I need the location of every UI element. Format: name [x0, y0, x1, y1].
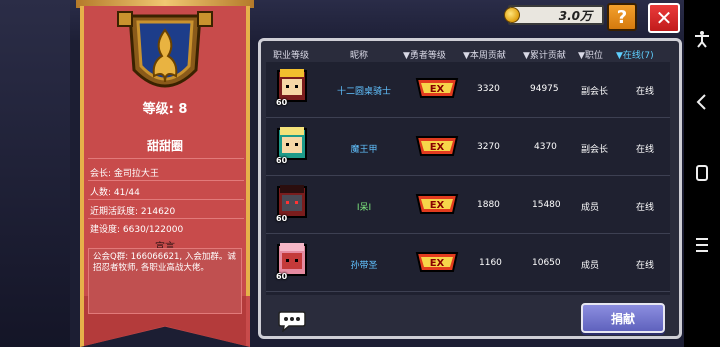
- back-icon[interactable]: [684, 93, 720, 111]
- member-weekly: 1880: [477, 200, 500, 210]
- table-row[interactable]: 60 十二圆桌骑士 EX 3320 94975 副会长 在线: [266, 62, 670, 118]
- coin-amount: 3.0万: [558, 8, 592, 23]
- member-weekly: 1160: [479, 258, 502, 268]
- member-nickname: I呆I: [356, 203, 372, 213]
- member-total: 4370: [534, 142, 557, 152]
- member-weekly: 3270: [477, 142, 500, 152]
- menu-icon[interactable]: [684, 236, 720, 254]
- table-row[interactable]: 60 I呆I EX 1880 15480 成员 在线: [266, 178, 670, 234]
- member-total: 94975: [530, 84, 559, 94]
- member-weekly: 3320: [477, 84, 500, 94]
- info-divider: [88, 180, 244, 181]
- member-position: 副会长: [581, 145, 609, 155]
- member-total: 10650: [532, 258, 561, 268]
- help-button[interactable]: ?: [607, 3, 637, 31]
- declaration-text: 公会Q群: 166066621, 入会加群。诚招忍者牧师, 各职业高战大佬。: [88, 248, 242, 314]
- home-icon[interactable]: [684, 164, 720, 182]
- close-button[interactable]: ✕: [648, 3, 680, 33]
- ex-rank-icon: EX: [415, 136, 459, 156]
- avatar-level: 60: [276, 272, 288, 281]
- ex-rank-icon: EX: [415, 78, 459, 98]
- chat-bubble-icon[interactable]: [277, 310, 307, 332]
- members-panel: 职业等级 昵称 ▼勇者等级 ▼本周贡献 ▼累计贡献 ▼职位 ▼在线(7) 60 …: [258, 38, 682, 339]
- avatar-level: 60: [276, 98, 288, 107]
- info-divider: [88, 158, 244, 159]
- accessibility-icon[interactable]: [684, 30, 720, 48]
- background-left-strip: [0, 0, 70, 347]
- ex-rank-label: EX: [430, 200, 445, 211]
- table-row[interactable]: 60 孙带圣 EX 1160 10650 成员 在线: [266, 236, 670, 292]
- guild-construction: 建设度: 6630/122000: [90, 225, 184, 235]
- header-nickname[interactable]: 昵称: [350, 48, 368, 61]
- guild-name: 甜甜圈: [146, 139, 183, 153]
- member-total: 15480: [532, 200, 561, 210]
- member-status: 在线: [636, 203, 655, 213]
- header-hero-level[interactable]: ▼勇者等级: [403, 48, 446, 61]
- ex-rank-label: EX: [430, 142, 445, 153]
- info-divider: [88, 218, 244, 219]
- member-status: 在线: [636, 87, 655, 97]
- guild-activity: 近期活跃度: 214620: [90, 207, 176, 217]
- ex-rank-label: EX: [430, 258, 445, 269]
- guild-leader: 会长: 金司拉大王: [90, 169, 159, 179]
- ex-rank-label: EX: [430, 84, 445, 95]
- donate-button[interactable]: 捐献: [581, 303, 665, 333]
- member-position: 副会长: [581, 87, 609, 97]
- member-nickname: 十二圆桌骑士: [336, 87, 391, 97]
- avatar-level: 60: [276, 156, 288, 165]
- member-list[interactable]: 60 十二圆桌骑士 EX 3320 94975 副会长 在线 60 魔王甲 EX…: [266, 62, 670, 295]
- header-weekly-contribution[interactable]: ▼本周贡献: [463, 48, 506, 61]
- guild-emblem-icon: [117, 11, 213, 88]
- guild-banner: 等级: 8 甜甜圈 会长: 金司拉大王 人数: 41/44 近期活跃度: 214…: [76, 0, 254, 347]
- member-status: 在线: [636, 261, 655, 271]
- member-nickname: 孙带圣: [350, 261, 378, 271]
- ex-rank-icon: EX: [415, 252, 459, 272]
- header-class-level[interactable]: 职业等级: [273, 48, 309, 61]
- member-position: 成员: [581, 261, 600, 271]
- ex-rank-icon: EX: [415, 194, 459, 214]
- guild-member-count: 人数: 41/44: [90, 188, 140, 198]
- system-nav-bar: [684, 0, 720, 347]
- table-row[interactable]: 60 魔王甲 EX 3270 4370 副会长 在线: [266, 120, 670, 176]
- member-position: 成员: [581, 203, 600, 213]
- header-online[interactable]: ▼在线(7): [616, 48, 654, 61]
- member-status: 在线: [636, 145, 655, 155]
- header-total-contribution[interactable]: ▼累计贡献: [523, 48, 566, 61]
- coin-icon: [504, 7, 520, 23]
- info-divider: [88, 199, 244, 200]
- header-position[interactable]: ▼职位: [578, 48, 603, 61]
- member-nickname: 魔王甲: [350, 145, 378, 155]
- coin-balance: 3.0万: [504, 5, 604, 25]
- avatar-level: 60: [276, 214, 288, 223]
- guild-level: 等级: 8: [142, 102, 188, 117]
